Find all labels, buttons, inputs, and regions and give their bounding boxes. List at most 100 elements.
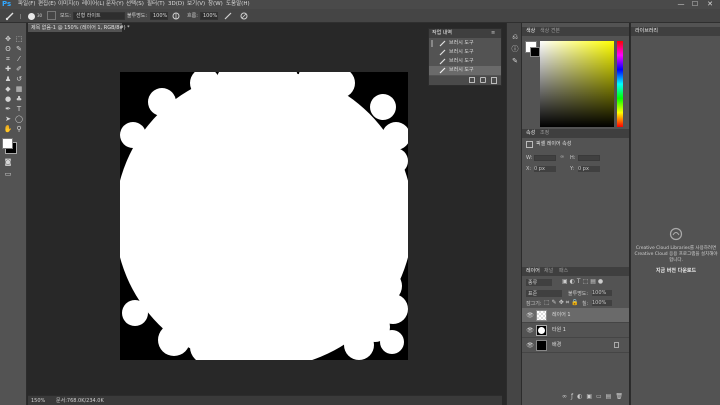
link-icon[interactable]: ∞ (560, 154, 564, 160)
menu-view[interactable]: 보기(V) (187, 0, 205, 9)
brush-panel-icon[interactable] (47, 11, 56, 20)
crop-tool-icon[interactable]: ⌗ (3, 55, 13, 64)
document-tab[interactable]: 제목 없음-1 @ 150% (레이어 1, RGB/8#) * (28, 23, 130, 32)
zoom-level[interactable]: 150% (31, 396, 45, 405)
layer-row[interactable]: 👁 타원 1 (522, 323, 629, 338)
brush-preset-picker[interactable] (27, 12, 36, 21)
minimize-icon[interactable]: — (676, 0, 686, 9)
zoom-tool-icon[interactable]: ⚲ (14, 125, 24, 134)
move-tool-icon[interactable]: ✥ (3, 35, 13, 44)
history-panel-title[interactable]: 작업 내역 (432, 29, 452, 38)
mode-select[interactable]: 선형 라이트 (73, 12, 125, 20)
height-input[interactable] (578, 155, 600, 161)
new-document-icon[interactable] (469, 77, 475, 83)
layer-blend-mode[interactable]: 표준 (526, 290, 562, 297)
layer-row[interactable]: 👁 배경 (522, 338, 629, 353)
document-info[interactable]: 문서:768.0K/234.0K (56, 396, 104, 405)
visibility-eye-icon[interactable]: 👁 (526, 323, 534, 338)
layer-name[interactable]: 타원 1 (552, 323, 566, 338)
history-item[interactable]: 브러시 도구 (429, 39, 501, 48)
menu-edit[interactable]: 편집(E) (38, 0, 56, 9)
path-select-tool-icon[interactable]: ➤ (3, 115, 13, 124)
dodge-tool-icon[interactable]: ♣ (14, 95, 24, 104)
pen-tool-icon[interactable]: ✒ (3, 105, 13, 114)
foreground-color-swatch[interactable] (2, 138, 13, 149)
quick-mask-icon[interactable]: ◙ (3, 158, 13, 167)
maximize-icon[interactable]: ☐ (690, 0, 700, 9)
gradient-tool-icon[interactable]: ▦ (14, 85, 24, 94)
trash-icon[interactable] (491, 77, 497, 84)
menu-3d[interactable]: 3D(D) (168, 0, 184, 9)
document-canvas[interactable] (120, 72, 408, 360)
menu-type[interactable]: 문자(Y) (106, 0, 124, 9)
menu-file[interactable]: 파일(F) (18, 0, 36, 9)
history-brush-icon[interactable]: ↺ (14, 75, 24, 84)
stamp-tool-icon[interactable]: ♟ (3, 75, 13, 84)
tab-adjustments[interactable]: 조정 (540, 129, 549, 138)
width-input[interactable] (534, 155, 556, 161)
layer-row-selected[interactable]: 👁 레이어 1 (522, 308, 629, 323)
healing-tool-icon[interactable]: ✚ (3, 65, 13, 74)
tab-paths[interactable]: 패스 (559, 267, 568, 276)
screen-mode-icon[interactable]: ▭ (3, 170, 13, 179)
color-field[interactable] (540, 41, 614, 127)
background-color-chip[interactable] (530, 47, 540, 57)
brush-settings-icon[interactable]: ✎ (510, 57, 520, 66)
info-panel-icon[interactable]: ⓘ (510, 45, 520, 54)
eyedropper-tool-icon[interactable]: ⁄ (14, 55, 24, 64)
download-link[interactable]: 지금 버전 다운로드 (633, 267, 719, 274)
flow-label: 흐름: (187, 13, 198, 19)
visibility-eye-icon[interactable]: 👁 (526, 338, 534, 353)
tab-channels[interactable]: 채널 (544, 267, 553, 276)
y-input[interactable]: 0 px (578, 166, 600, 172)
tab-layers[interactable]: 레이어 (526, 267, 540, 276)
panel-menu-icon[interactable]: ≡ (491, 29, 495, 38)
layer-opacity-input[interactable]: 100% (592, 290, 612, 296)
tab-color[interactable]: 색상 (526, 27, 535, 36)
x-input[interactable]: 0 px (534, 166, 556, 172)
brush-tool-icon[interactable] (5, 11, 15, 21)
tab-swatches[interactable]: 색상 견본 (540, 27, 560, 36)
height-label: H: (570, 155, 576, 161)
layer-filter-icons[interactable]: ▣◐T⬚▤● (562, 278, 605, 285)
menu-help[interactable]: 도움말(H) (226, 0, 250, 9)
history-item[interactable]: 브러시 도구 (429, 48, 501, 57)
history-brush-source (431, 40, 433, 47)
history-panel-icon[interactable]: ⎌ (510, 33, 520, 42)
blur-tool-icon[interactable]: ● (3, 95, 13, 104)
menu-select[interactable]: 선택(S) (126, 0, 144, 9)
brush-tool-icon[interactable]: ✐ (14, 65, 24, 74)
tab-libraries[interactable]: 라이브러리 (635, 27, 658, 36)
menu-window[interactable]: 창(W) (208, 0, 223, 9)
pressure-size-icon[interactable] (240, 12, 248, 20)
pressure-opacity-icon[interactable] (172, 12, 180, 20)
lock-icons[interactable]: ⬚✎✥⌗🔒 (544, 299, 581, 307)
layer-filter-kind[interactable]: 종류 (526, 279, 552, 286)
type-tool-icon[interactable]: T (14, 105, 24, 114)
flow-input[interactable]: 100% (200, 12, 218, 20)
lasso-tool-icon[interactable]: ʘ (3, 45, 13, 54)
quick-select-tool-icon[interactable]: ✎ (14, 45, 24, 54)
history-item[interactable]: 브러시 도구 (429, 57, 501, 66)
fill-input[interactable]: 100% (592, 300, 612, 306)
opacity-input[interactable]: 100% (150, 12, 168, 20)
close-icon[interactable]: ✕ (705, 0, 715, 9)
brush-dab (382, 122, 408, 150)
marquee-tool-icon[interactable]: ⬚ (14, 35, 24, 44)
tab-properties[interactable]: 속성 (526, 129, 535, 138)
history-item-selected[interactable]: 브러시 도구 (429, 66, 501, 75)
menu-layer[interactable]: 레이어(L) (82, 0, 105, 9)
app-logo: Ps (2, 0, 12, 8)
layer-name[interactable]: 배경 (552, 338, 561, 353)
eraser-tool-icon[interactable]: ◆ (3, 85, 13, 94)
hue-slider[interactable] (617, 41, 623, 127)
new-snapshot-icon[interactable] (480, 77, 486, 83)
visibility-eye-icon[interactable]: 👁 (526, 308, 534, 323)
airbrush-icon[interactable] (224, 12, 232, 20)
menu-image[interactable]: 이미지(I) (58, 0, 79, 9)
shape-tool-icon[interactable]: ◯ (14, 115, 24, 124)
menu-filter[interactable]: 필터(T) (147, 0, 165, 9)
hand-tool-icon[interactable]: ✋ (3, 125, 13, 134)
layer-name[interactable]: 레이어 1 (552, 308, 571, 323)
layers-footer-icons[interactable]: ∞ƒ◐▣▭▤🗑 (562, 393, 627, 400)
